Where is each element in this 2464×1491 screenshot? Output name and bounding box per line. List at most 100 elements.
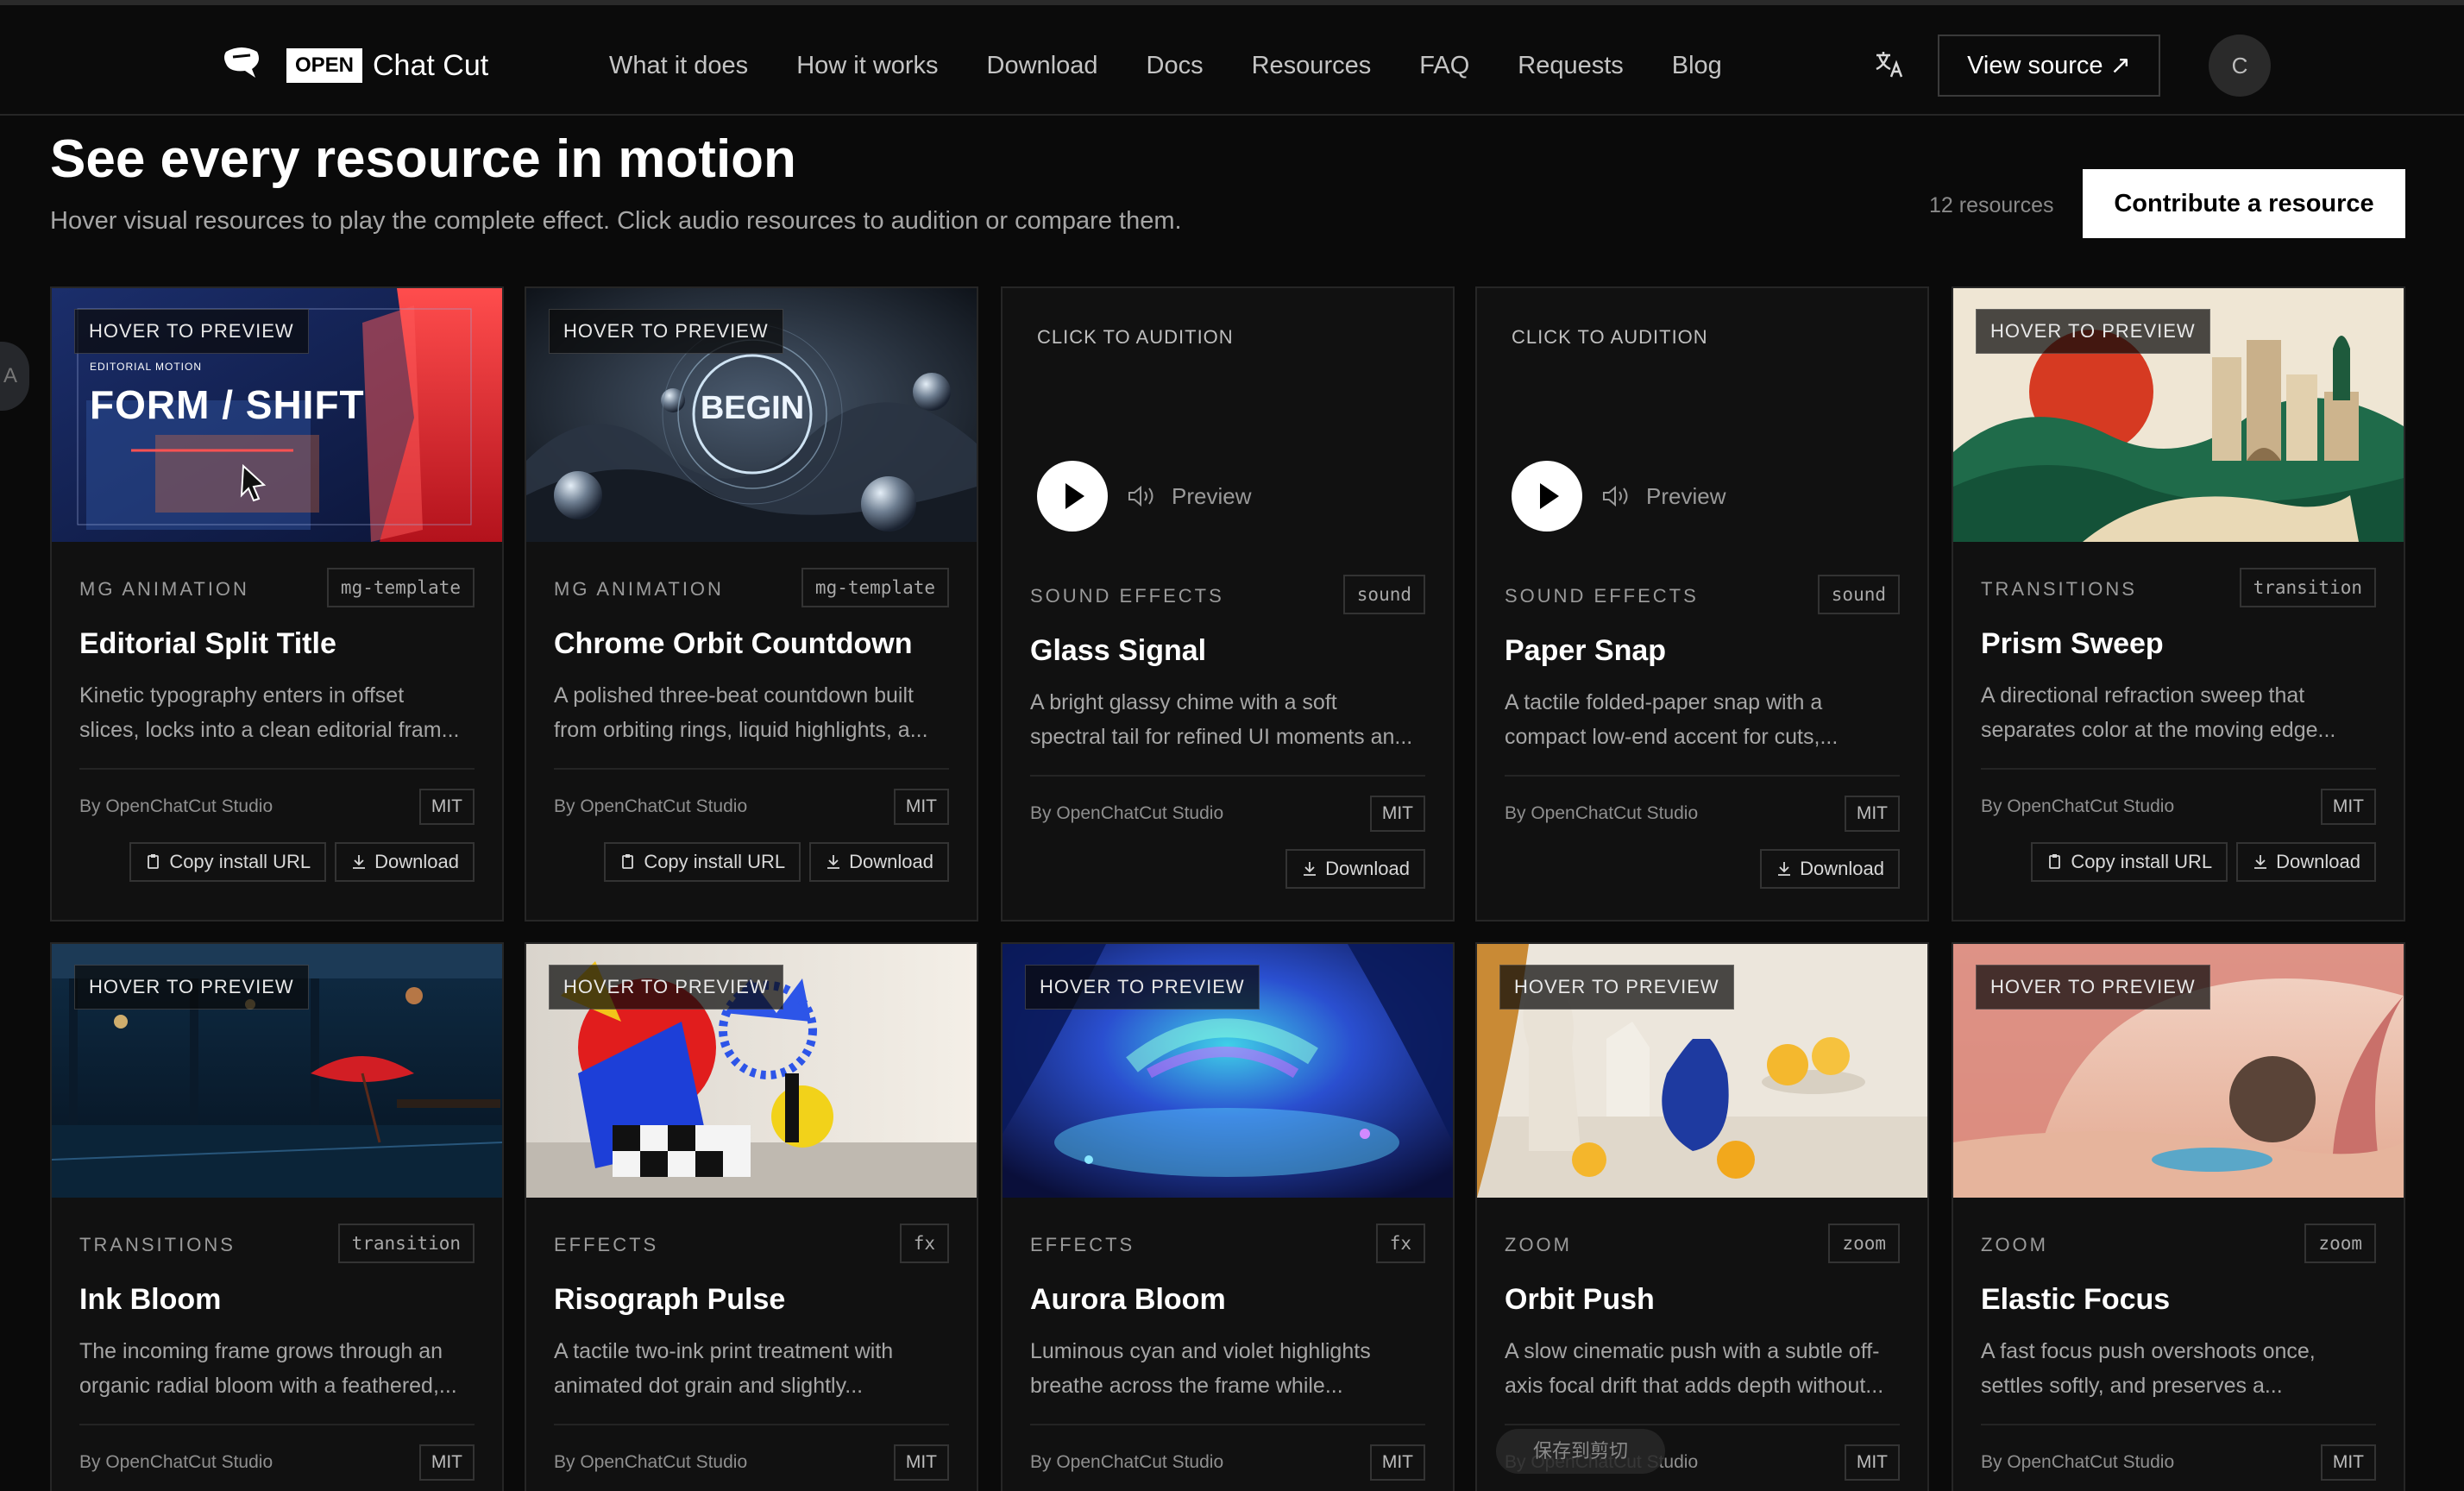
resource-card-prism-sweep[interactable]: HOVER TO PREVIEW TRANSITIONS transition …: [1952, 286, 2405, 922]
card-title: Elastic Focus: [1981, 1283, 2171, 1316]
card-description-line2: breathe across the frame while...: [1030, 1374, 1343, 1398]
card-title: Editorial Split Title: [79, 627, 336, 660]
copy-install-url-button[interactable]: Copy install URL: [604, 842, 801, 882]
download-icon: [2254, 855, 2267, 869]
resource-card-editorial-split-title[interactable]: EDITORIAL MOTION FORM / SHIFT HOVER TO P…: [50, 286, 504, 922]
card-author: By OpenChatCut Studio: [1981, 1452, 2175, 1472]
audition-tag: CLICK TO AUDITION: [1512, 326, 1708, 348]
copy-icon: [622, 854, 634, 869]
card-author: By OpenChatCut Studio: [1981, 796, 2175, 816]
card-meta: MG ANIMATION mg-template Chrome Orbit Co…: [554, 568, 949, 918]
card-kind-badge: mg-template: [326, 568, 475, 607]
preview-media[interactable]: EDITORIAL MOTION FORM / SHIFT HOVER TO P…: [52, 288, 502, 542]
preview-media[interactable]: HOVER TO PREVIEW: [526, 944, 977, 1198]
card-category: ZOOM: [1981, 1234, 2048, 1255]
card-meta: MG ANIMATION mg-template Editorial Split…: [79, 568, 475, 918]
chat-bubble-logo-icon[interactable]: [221, 45, 262, 79]
card-kind-badge: mg-template: [801, 568, 949, 607]
card-description-line1: A slow cinematic push with a subtle off-: [1505, 1339, 1880, 1363]
nav-requests[interactable]: Requests: [1518, 47, 1624, 85]
resource-card-aurora-bloom[interactable]: HOVER TO PREVIEW EFFECTS fx Aurora Bloom…: [1001, 942, 1455, 1491]
preview-media[interactable]: HOVER TO PREVIEW: [52, 944, 502, 1198]
license-badge: MIT: [1369, 1444, 1425, 1481]
nav-resources[interactable]: Resources: [1252, 47, 1372, 85]
divider: [1505, 1424, 1900, 1425]
user-avatar[interactable]: C: [2209, 35, 2271, 97]
side-tab-handle[interactable]: A: [0, 342, 29, 411]
play-button[interactable]: [1037, 461, 1108, 532]
copy-install-url-label: Copy install URL: [2071, 851, 2213, 872]
card-description-line1: A tactile two-ink print treatment with: [554, 1339, 894, 1363]
license-badge: MIT: [1844, 1444, 1900, 1481]
contribute-resource-button[interactable]: Contribute a resource: [2083, 169, 2405, 238]
download-button[interactable]: Download: [1760, 849, 1900, 889]
card-title: Risograph Pulse: [554, 1283, 786, 1316]
copy-install-url-button[interactable]: Copy install URL: [129, 842, 327, 882]
card-actions: Download: [1760, 849, 1900, 889]
license-badge: MIT: [893, 1444, 949, 1481]
card-kind-badge: zoom: [1828, 1224, 1900, 1263]
card-title: Orbit Push: [1505, 1283, 1655, 1316]
card-description-line2: slices, locks into a clean editorial fra…: [79, 718, 460, 742]
card-author: By OpenChatCut Studio: [1030, 803, 1224, 823]
main-nav: What it does How it works Download Docs …: [609, 47, 1770, 85]
play-button[interactable]: [1512, 461, 1582, 532]
card-meta: EFFECTS fx Aurora Bloom Luminous cyan an…: [1030, 1224, 1425, 1491]
download-button[interactable]: Download: [809, 842, 949, 882]
resource-card-chrome-orbit-countdown[interactable]: BEGIN HOVER TO PREVIEW MG ANIMATION mg-t…: [525, 286, 978, 922]
preview-media[interactable]: HOVER TO PREVIEW: [1953, 944, 2404, 1198]
card-description-line2: from orbiting rings, liquid highlights, …: [554, 718, 928, 742]
translate-icon[interactable]: [1874, 48, 1905, 79]
card-category: MG ANIMATION: [554, 578, 724, 600]
nav-docs[interactable]: Docs: [1147, 47, 1204, 85]
divider: [1981, 768, 2376, 770]
card-kind-badge: transition: [337, 1224, 475, 1263]
card-meta: TRANSITIONS transition Prism Sweep A dir…: [1981, 568, 2376, 918]
card-actions: Copy install URL Download: [604, 842, 949, 882]
divider: [1981, 1424, 2376, 1425]
copy-install-url-label: Copy install URL: [644, 851, 786, 872]
copy-install-url-button[interactable]: Copy install URL: [2031, 842, 2228, 882]
license-badge: MIT: [2320, 1444, 2376, 1481]
download-label: Download: [849, 851, 933, 872]
card-author: By OpenChatCut Studio: [79, 1452, 273, 1472]
logo-text[interactable]: Chat Cut: [373, 47, 488, 85]
audition-tag: CLICK TO AUDITION: [1037, 326, 1234, 348]
preview-media[interactable]: HOVER TO PREVIEW: [1953, 288, 2404, 542]
download-button[interactable]: Download: [335, 842, 475, 882]
nav-blog[interactable]: Blog: [1672, 47, 1722, 85]
license-badge: MIT: [418, 789, 475, 825]
resource-card-orbit-push[interactable]: HOVER TO PREVIEW ZOOM zoom Orbit Push A …: [1475, 942, 1929, 1491]
preview-media[interactable]: HOVER TO PREVIEW: [1477, 944, 1927, 1198]
resource-card-risograph-pulse[interactable]: HOVER TO PREVIEW EFFECTS fx Risograph Pu…: [525, 942, 978, 1491]
preview-media[interactable]: HOVER TO PREVIEW: [1003, 944, 1453, 1198]
nav-download[interactable]: Download: [987, 47, 1098, 85]
card-description-line1: A fast focus push overshoots once,: [1981, 1339, 2316, 1363]
download-button[interactable]: Download: [2236, 842, 2376, 882]
page-title: See every resource in motion: [50, 129, 796, 189]
volume-icon[interactable]: [1127, 483, 1158, 509]
preview-label[interactable]: Preview: [1646, 481, 1725, 511]
card-actions: Download: [1285, 849, 1425, 889]
nav-what-it-does[interactable]: What it does: [609, 47, 748, 85]
nav-faq[interactable]: FAQ: [1419, 47, 1469, 85]
resource-card-elastic-focus[interactable]: HOVER TO PREVIEW ZOOM zoom Elastic Focus…: [1952, 942, 2405, 1491]
resource-card-paper-snap[interactable]: CLICK TO AUDITION Preview SOUND EFFECTS …: [1475, 286, 1929, 922]
card-meta: TRANSITIONS transition Ink Bloom The inc…: [79, 1224, 475, 1491]
logo-badge[interactable]: OPEN: [286, 48, 363, 83]
download-button[interactable]: Download: [1285, 849, 1425, 889]
hover-preview-tag: HOVER TO PREVIEW: [1976, 965, 2210, 1010]
resource-card-glass-signal[interactable]: CLICK TO AUDITION Preview SOUND EFFECTS …: [1001, 286, 1455, 922]
resource-card-ink-bloom[interactable]: HOVER TO PREVIEW TRANSITIONS transition …: [50, 942, 504, 1491]
divider: [554, 1424, 949, 1425]
license-badge: MIT: [2320, 789, 2376, 825]
top-navigation: OPEN Chat Cut What it does How it works …: [0, 0, 2464, 116]
view-source-button[interactable]: View source ↗: [1938, 35, 2160, 97]
download-icon: [827, 855, 840, 869]
card-meta: ZOOM zoom Elastic Focus A fast focus pus…: [1981, 1224, 2376, 1491]
nav-how-it-works[interactable]: How it works: [796, 47, 938, 85]
card-description-line2: axis focal drift that adds depth without…: [1505, 1374, 1884, 1398]
preview-label[interactable]: Preview: [1172, 481, 1251, 511]
volume-icon[interactable]: [1601, 483, 1632, 509]
preview-media[interactable]: BEGIN HOVER TO PREVIEW: [526, 288, 977, 542]
